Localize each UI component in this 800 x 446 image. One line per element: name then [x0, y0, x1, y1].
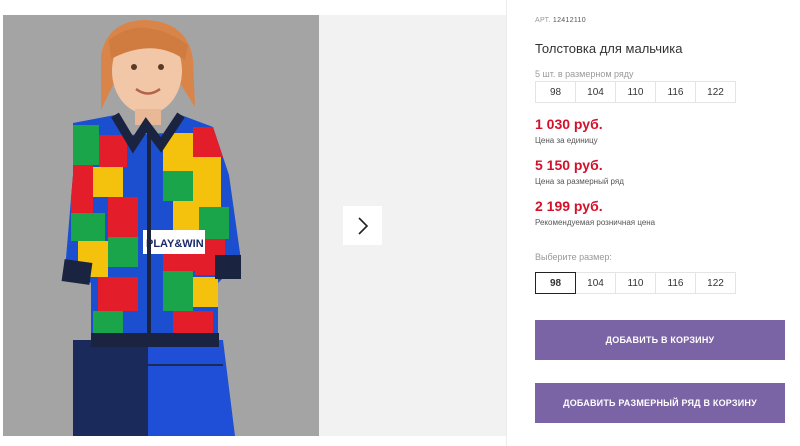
product-photo[interactable]: PLAY&WIN — [3, 15, 319, 436]
product-title: Толстовка для мальчика — [535, 41, 683, 56]
boy-in-hoodie-image: PLAY&WIN — [3, 15, 319, 436]
article-number: АРТ. 12412110 — [535, 17, 586, 24]
pack-sizes-label: 5 шт. в размерном ряду — [535, 69, 634, 79]
add-pack-to-cart-button[interactable]: ДОБАВИТЬ РАЗМЕРНЫЙ РЯД В КОРЗИНУ — [535, 383, 785, 423]
unit-price-note: Цена за единицу — [535, 136, 598, 145]
choose-size-label: Выберите размер: — [535, 252, 612, 262]
pack-size-cell: 98 — [535, 81, 576, 103]
pack-size-cell: 110 — [615, 81, 656, 103]
size-option-122[interactable]: 122 — [695, 272, 736, 294]
size-option-116[interactable]: 116 — [655, 272, 696, 294]
unit-price: 1 030 руб. — [535, 116, 603, 132]
product-gallery: PLAY&WIN — [0, 0, 506, 446]
article-value: 12412110 — [552, 17, 586, 24]
article-label: АРТ. — [535, 17, 551, 24]
retail-price-note: Рекомендуемая розничная цена — [535, 218, 656, 227]
pack-size-cell: 122 — [695, 81, 736, 103]
add-to-cart-button[interactable]: ДОБАВИТЬ В КОРЗИНУ — [535, 320, 785, 360]
pack-sizes-row: 98 104 110 116 122 — [535, 81, 736, 103]
pack-price-note: Цена за размерный ряд — [535, 177, 624, 186]
pack-size-cell: 104 — [575, 81, 616, 103]
size-option-98[interactable]: 98 — [535, 272, 576, 294]
chevron-right-icon — [357, 216, 368, 235]
gallery-next-button[interactable] — [343, 206, 382, 245]
pack-price: 5 150 руб. — [535, 157, 603, 173]
size-option-110[interactable]: 110 — [615, 272, 656, 294]
svg-text:PLAY&WIN: PLAY&WIN — [146, 238, 204, 250]
pack-size-cell: 116 — [655, 81, 696, 103]
size-option-104[interactable]: 104 — [575, 272, 616, 294]
retail-price: 2 199 руб. — [535, 198, 603, 214]
column-divider — [506, 0, 507, 446]
size-selector: 98 104 110 116 122 — [535, 272, 736, 294]
